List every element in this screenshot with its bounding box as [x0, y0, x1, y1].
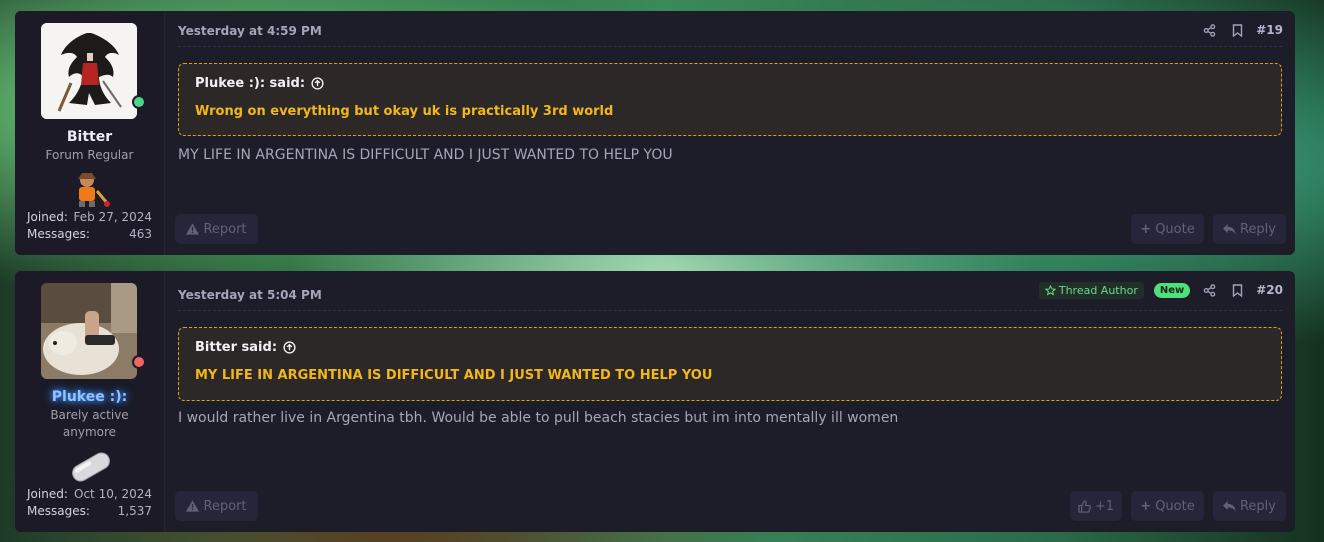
avatar[interactable] — [41, 283, 137, 379]
post-20: Plukee :): Barely active anymore Joined:… — [15, 271, 1295, 532]
header-divider — [178, 46, 1282, 47]
messages-value: 463 — [129, 227, 152, 241]
username[interactable]: Plukee :): — [15, 389, 164, 405]
user-title: Forum Regular — [45, 148, 134, 162]
quote-author: Bitter said: — [195, 340, 278, 355]
quote-attribution[interactable]: Plukee :): said: — [195, 76, 1265, 91]
quote-author: Plukee :): said: — [195, 76, 306, 91]
post-body: I would rather live in Argentina tbh. Wo… — [178, 410, 899, 426]
messages-label: Messages: — [27, 227, 90, 241]
quote-label: Quote — [1155, 498, 1195, 514]
user-stats: Joined: Oct 10, 2024 Messages: 1,537 — [27, 486, 152, 520]
report-button[interactable]: Report — [175, 491, 258, 521]
share-icon[interactable] — [1200, 21, 1218, 39]
thread-author-label: Thread Author — [1058, 283, 1138, 297]
warning-icon — [186, 223, 200, 235]
user-panel: Plukee :): Barely active anymore Joined:… — [15, 271, 165, 532]
quote-block: Bitter said: MY LIFE IN ARGENTINA IS DIF… — [178, 327, 1282, 401]
thread-author-badge: Thread Author — [1038, 281, 1144, 299]
quote-label: Quote — [1155, 221, 1195, 237]
post-header-actions: #19 — [1200, 21, 1283, 39]
post-19: Bitter Forum Regular Joined: Feb 27, 2024… — [15, 11, 1295, 255]
online-status-indicator — [132, 95, 146, 109]
plus-icon: + — [1140, 221, 1152, 237]
post-header-actions: Thread Author New #20 — [1038, 281, 1283, 299]
like-button[interactable]: +1 — [1070, 491, 1122, 521]
arrow-up-circle-icon[interactable] — [311, 77, 324, 90]
bookmark-icon[interactable] — [1228, 281, 1246, 299]
header-divider — [178, 310, 1282, 311]
report-button[interactable]: Report — [175, 214, 258, 244]
quote-text: MY LIFE IN ARGENTINA IS DIFFICULT AND I … — [195, 368, 713, 383]
reply-label: Reply — [1239, 498, 1276, 514]
star-icon — [1044, 284, 1056, 296]
quote-block: Plukee :): said: Wrong on everything but… — [178, 63, 1282, 136]
reply-icon — [1223, 500, 1236, 512]
plus-icon: + — [1140, 498, 1152, 514]
post-date[interactable]: Yesterday at 4:59 PM — [178, 24, 322, 38]
reply-label: Reply — [1239, 221, 1276, 237]
avatar[interactable] — [41, 23, 137, 119]
post-main: Yesterday at 4:59 PM #19 Plukee :): said… — [165, 11, 1295, 255]
share-icon[interactable] — [1200, 281, 1218, 299]
report-label: Report — [203, 221, 247, 237]
offline-status-indicator — [132, 355, 146, 369]
arrow-up-circle-icon[interactable] — [283, 341, 296, 354]
rank-badge-icon — [69, 169, 111, 209]
warning-icon — [186, 500, 200, 512]
thumbs-up-icon — [1078, 499, 1091, 513]
joined-value: Feb 27, 2024 — [73, 210, 153, 224]
like-count: +1 — [1094, 498, 1115, 514]
user-title: Barely active anymore — [50, 408, 129, 439]
username[interactable]: Bitter — [15, 129, 164, 145]
reply-icon — [1223, 223, 1236, 235]
messages-value: 1,537 — [117, 504, 152, 518]
post-body: MY LIFE IN ARGENTINA IS DIFFICULT AND I … — [178, 147, 673, 163]
new-badge: New — [1153, 282, 1191, 298]
user-panel: Bitter Forum Regular Joined: Feb 27, 2024… — [15, 11, 165, 255]
messages-label: Messages: — [27, 504, 90, 518]
reply-button[interactable]: Reply — [1213, 214, 1286, 244]
quote-attribution[interactable]: Bitter said: — [195, 340, 1265, 355]
user-stats: Joined: Feb 27, 2024 Messages: 463 — [27, 209, 152, 243]
joined-label: Joined: — [27, 487, 68, 501]
joined-value: Oct 10, 2024 — [74, 487, 152, 501]
quote-button[interactable]: + Quote — [1131, 491, 1204, 521]
post-main: Yesterday at 5:04 PM Thread Author New #… — [165, 271, 1295, 532]
quote-text: Wrong on everything but okay uk is pract… — [195, 104, 614, 119]
joined-label: Joined: — [27, 210, 68, 224]
post-date[interactable]: Yesterday at 5:04 PM — [178, 288, 322, 302]
pill-badge-icon — [69, 449, 113, 485]
post-number[interactable]: #19 — [1256, 23, 1283, 37]
bookmark-icon[interactable] — [1228, 21, 1246, 39]
report-label: Report — [203, 498, 247, 514]
reply-button[interactable]: Reply — [1213, 491, 1286, 521]
post-number[interactable]: #20 — [1256, 283, 1283, 297]
quote-button[interactable]: + Quote — [1131, 214, 1204, 244]
